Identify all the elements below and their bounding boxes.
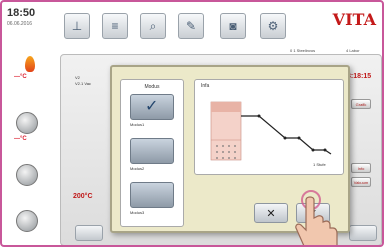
vacuum-pump-icon bbox=[16, 112, 38, 134]
heating-temp: —°C bbox=[14, 74, 27, 80]
vacuum-toggle[interactable]: Vakuum bbox=[351, 177, 371, 187]
tools-icon: ✎ bbox=[185, 19, 197, 33]
date: 06.06.2016 bbox=[7, 21, 33, 27]
firing-button[interactable]: ⊥ bbox=[64, 13, 90, 39]
mode-title: Modus bbox=[144, 84, 160, 90]
program-number: V2 bbox=[75, 75, 80, 80]
camera-icon: ◙ bbox=[229, 19, 237, 33]
cancel-button[interactable]: ✕ bbox=[254, 203, 288, 223]
top-toolbar: ⊥ ≡ ⌕ ✎ ◙ ⚙ VITA 0 1 Steelinvos 4 Labor bbox=[58, 4, 382, 53]
check-icon: ✓ bbox=[145, 98, 159, 115]
program-name: V2.1 Vac bbox=[75, 81, 91, 86]
search-button[interactable]: ⌕ bbox=[140, 13, 166, 39]
curve-nodes bbox=[257, 114, 327, 152]
lift-button[interactable] bbox=[16, 164, 44, 186]
toolbar-sub-right: 4 Labor bbox=[346, 48, 360, 53]
heating-button[interactable] bbox=[16, 56, 44, 72]
start-temp: 200°C bbox=[73, 193, 93, 200]
mode-panel: Modus ✓ Modus1 Modus2 Modus3 bbox=[120, 79, 184, 227]
chamber-top bbox=[211, 102, 241, 112]
settings-icon: ⚙ bbox=[267, 19, 279, 33]
mode-1-label: Modus1 bbox=[130, 122, 145, 127]
settings-button[interactable]: ⚙ bbox=[260, 13, 286, 39]
graph-stage-label: 1 Stufe bbox=[313, 162, 326, 167]
graph-button[interactable]: Grafik bbox=[351, 99, 371, 109]
firing-curve-graph: 1 Stufe bbox=[210, 101, 332, 167]
search-icon: ⌕ bbox=[149, 18, 157, 33]
document-icon: ≡ bbox=[111, 19, 119, 33]
mode-3-button[interactable] bbox=[130, 182, 174, 208]
tools-button[interactable]: ✎ bbox=[178, 13, 204, 39]
toolbar-sub-left: 0 1 Steelinvos bbox=[290, 48, 316, 53]
app-frame: 18:50 06.06.2016 —°C —°C ⊥ ≡ ⌕ ✎ ◙ ⚙ VIT… bbox=[0, 0, 384, 247]
program-time: 3:18:15 bbox=[347, 73, 372, 80]
programs-button[interactable]: ≡ bbox=[102, 13, 128, 39]
camera-button[interactable]: ◙ bbox=[220, 13, 246, 39]
mode-2-button[interactable] bbox=[130, 138, 174, 164]
sidebar: 18:50 06.06.2016 —°C —°C bbox=[4, 4, 58, 245]
firing-graph-panel: Infa 1 Stufe bbox=[194, 79, 344, 175]
mode-1-button[interactable]: ✓ bbox=[130, 94, 174, 120]
clock: 18:50 bbox=[7, 7, 36, 19]
power-icon bbox=[16, 210, 38, 232]
close-icon: ✕ bbox=[266, 207, 276, 220]
next-button[interactable] bbox=[349, 225, 377, 241]
mode-2-label: Modus2 bbox=[130, 166, 145, 171]
lift-icon bbox=[16, 164, 38, 186]
info-button[interactable]: Info bbox=[351, 163, 371, 173]
vacuum-button[interactable] bbox=[16, 112, 44, 134]
power-button[interactable] bbox=[16, 210, 44, 232]
mode-3-label: Modus3 bbox=[130, 210, 145, 215]
vacuum-temp: —°C bbox=[14, 136, 27, 142]
firing-curve bbox=[241, 115, 332, 155]
brand-logo: VITA bbox=[332, 10, 376, 29]
bottom-button-1[interactable] bbox=[75, 225, 103, 241]
firing-icon: ⊥ bbox=[71, 19, 83, 33]
pointing-hand-icon bbox=[295, 190, 338, 245]
flame-icon bbox=[25, 56, 35, 72]
